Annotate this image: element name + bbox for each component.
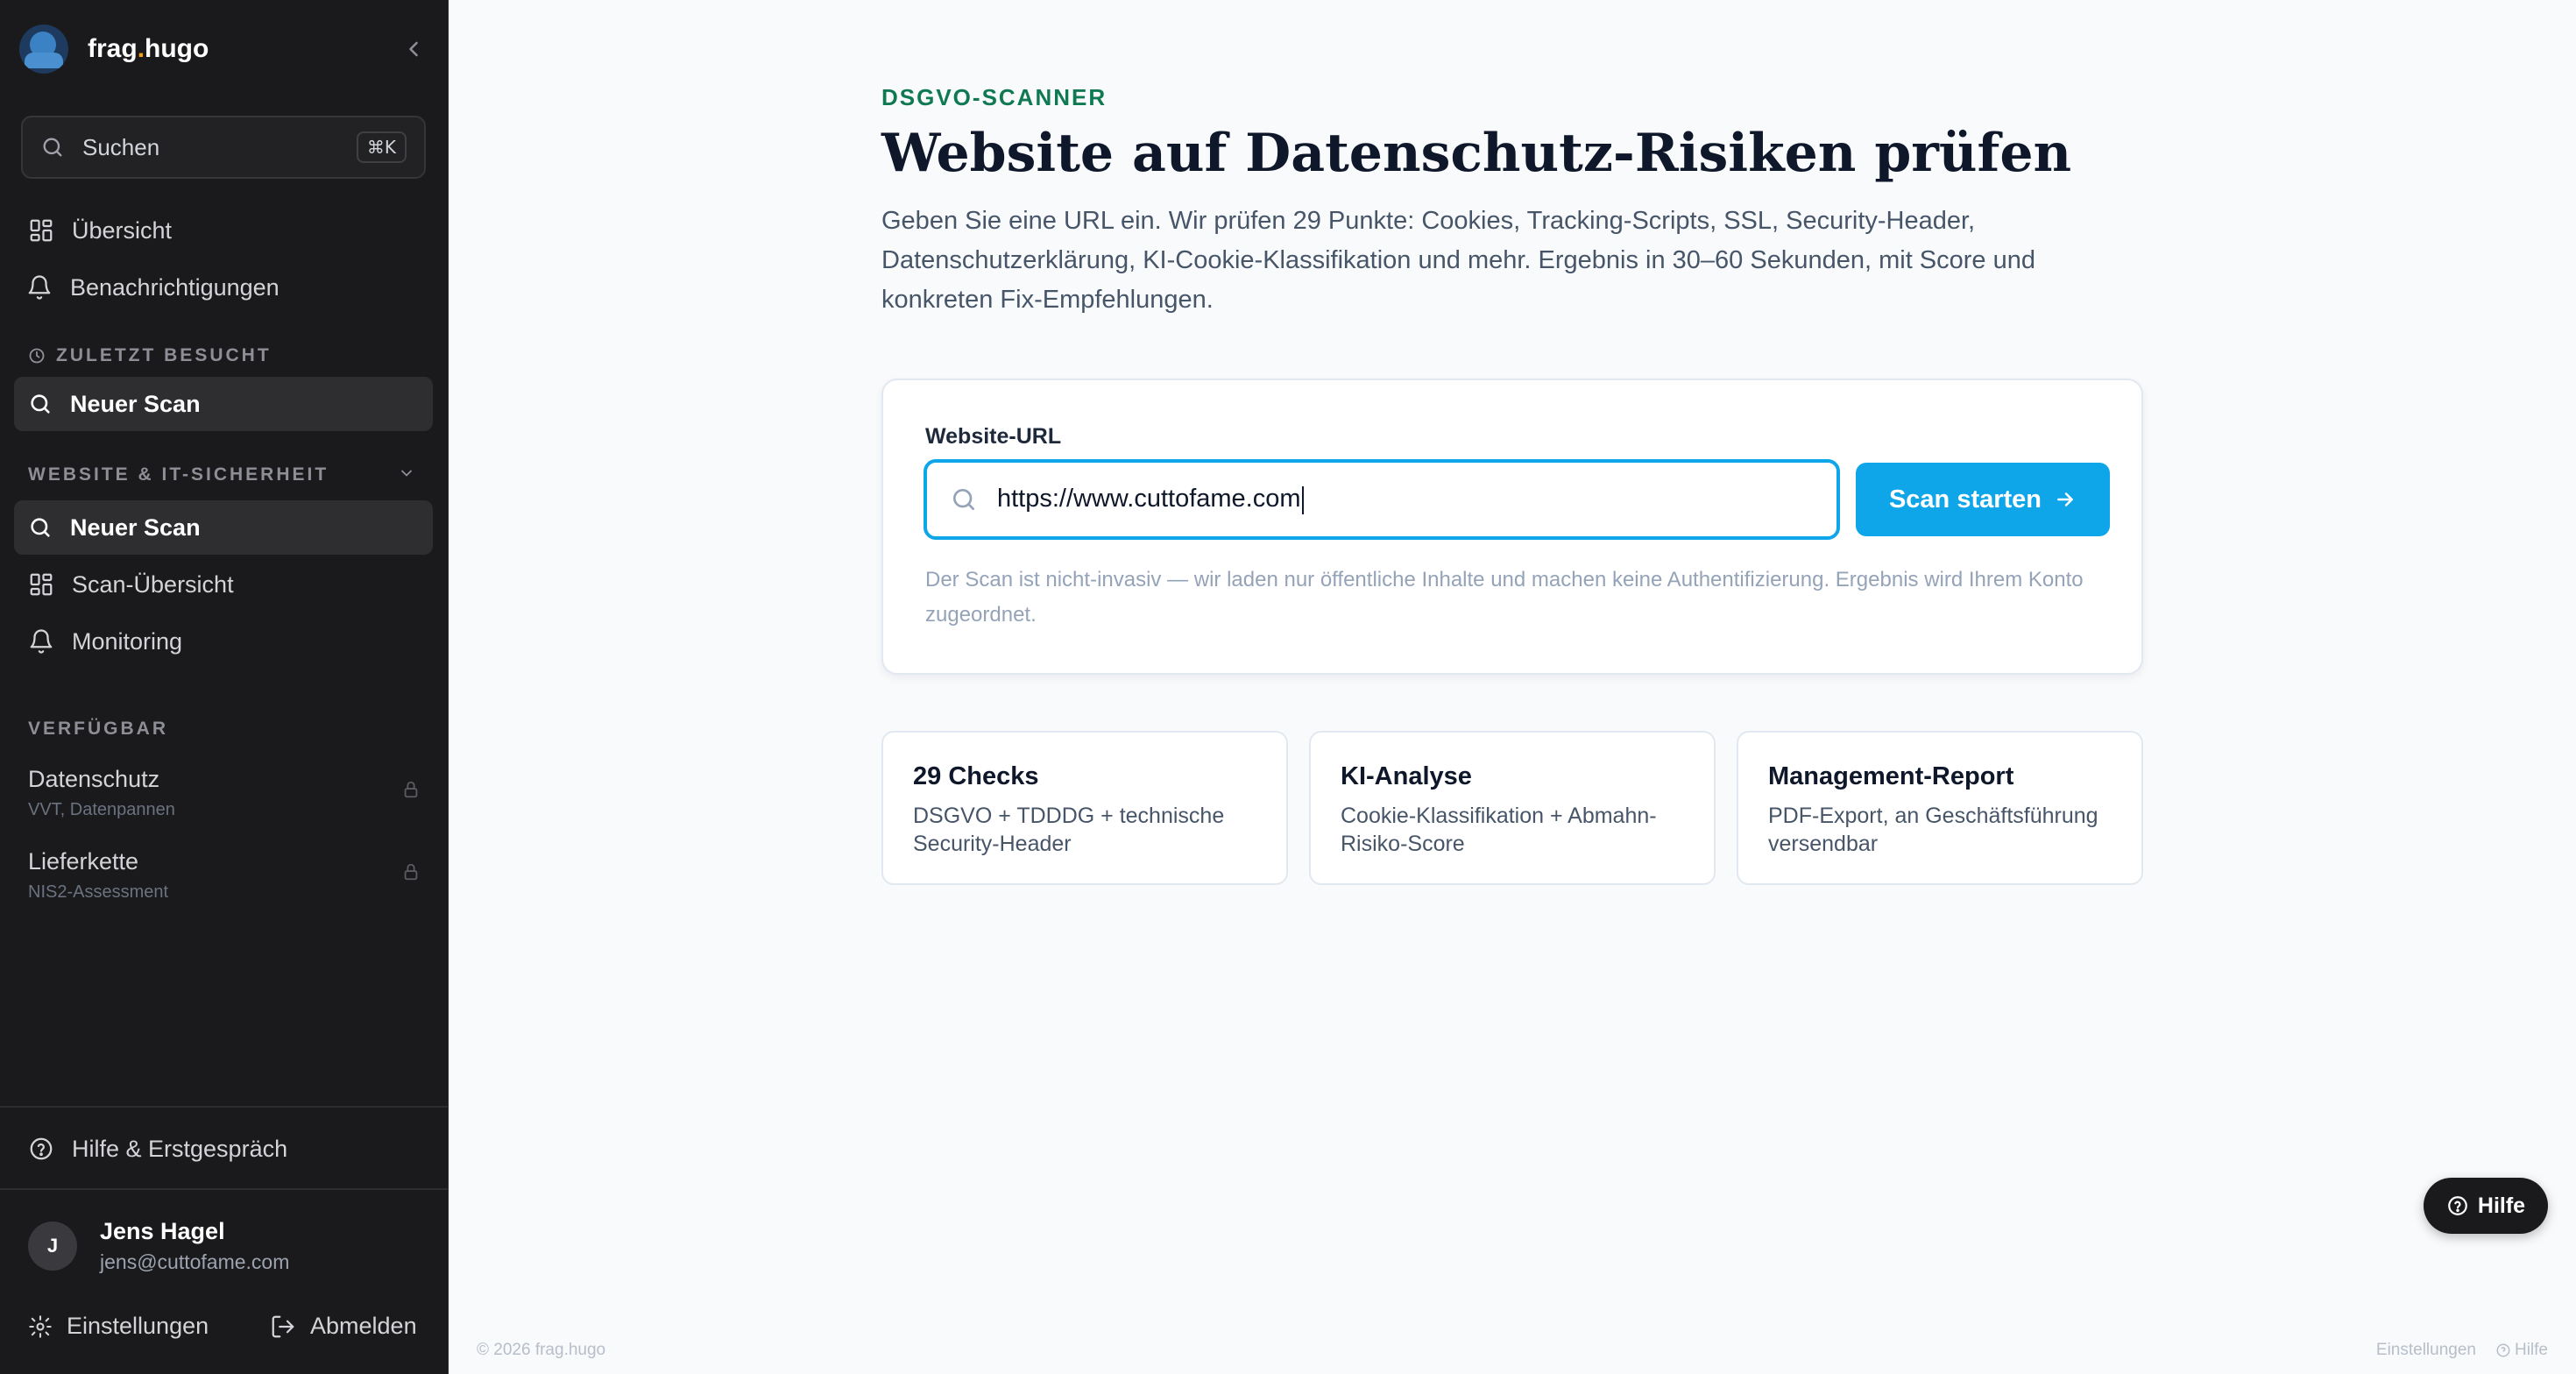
- main-content: DSGVO-SCANNER Website auf Datenschutz-Ri…: [449, 0, 2576, 1374]
- help-circle-icon: [30, 1137, 53, 1160]
- help-fab-label: Hilfe: [2477, 1193, 2526, 1218]
- footer-settings-link[interactable]: Einstellungen: [2376, 1341, 2476, 1360]
- feature-description: PDF-Export, an Geschäftsführung versendb…: [1768, 804, 2098, 856]
- help-circle-icon: [2496, 1343, 2510, 1357]
- url-input-value: https://www.cuttofame.com: [997, 485, 1304, 514]
- octopus-logo-icon: [19, 25, 68, 74]
- footer-copyright: © 2026 frag.hugo: [477, 1341, 606, 1359]
- sidebar-item-label: Neuer Scan: [70, 390, 201, 417]
- feature-title: KI-Analyse: [1341, 762, 1472, 790]
- shortcut-badge: ⌘K: [356, 131, 407, 163]
- sidebar-item-label: Scan-Übersicht: [72, 570, 234, 598]
- search-icon: [43, 138, 62, 157]
- chevron-down-icon[interactable]: [398, 464, 415, 482]
- sidebar-item-neuer-scan[interactable]: Neuer Scan: [14, 500, 433, 555]
- text-caret: [1301, 485, 1304, 514]
- clock-icon: [29, 348, 45, 364]
- search-icon: [31, 394, 50, 414]
- scan-form-card: Website-URL https://www.cuttofame.com Sc…: [881, 379, 2143, 675]
- help-label: Hilfe & Erstgespräch: [72, 1135, 288, 1162]
- settings-button[interactable]: Einstellungen: [28, 1313, 209, 1340]
- section-heading-recent: ZULETZT BESUCHT: [28, 345, 272, 366]
- brand[interactable]: frag.hugo: [19, 21, 429, 77]
- divider: [0, 1188, 449, 1190]
- logout-label: Abmelden: [310, 1313, 417, 1339]
- feature-card-ki-analyse: KI-Analyse Cookie-Klassifikation + Abmah…: [1309, 731, 1716, 885]
- arrow-right-icon: [2057, 492, 2073, 506]
- gear-icon: [29, 1314, 52, 1338]
- scan-start-label: Scan starten: [1888, 485, 2042, 513]
- url-field-label: Website-URL: [925, 424, 1062, 449]
- sidebar-item-label: Monitoring: [72, 627, 183, 655]
- user-email: jens@cuttofame.com: [100, 1250, 290, 1273]
- sidebar-item-label: Übersicht: [72, 216, 173, 244]
- avatar: J: [28, 1222, 77, 1271]
- lock-icon: [404, 863, 418, 881]
- lock-icon: [404, 781, 418, 798]
- user-name: Jens Hagel: [100, 1218, 225, 1244]
- feature-description: Cookie-Klassifikation + Abmahn-Risiko-Sc…: [1341, 804, 1657, 856]
- grid-icon: [30, 219, 53, 242]
- sidebar-search[interactable]: Suchen ⌘K: [21, 116, 426, 179]
- search-icon: [953, 489, 974, 510]
- feature-title: 29 Checks: [913, 762, 1039, 790]
- available-title: Lieferkette: [28, 848, 139, 875]
- scan-hint: Der Scan ist nicht-invasiv — wir laden n…: [925, 568, 2084, 627]
- sidebar-item-label: Neuer Scan: [70, 513, 201, 541]
- sidebar-item-lieferkette[interactable]: Lieferkette NIS2-Assessment: [28, 848, 421, 903]
- sidebar-item-benachrichtigungen[interactable]: Benachrichtigungen: [14, 260, 433, 315]
- available-subtitle: NIS2-Assessment: [28, 882, 169, 902]
- sidebar-item-datenschutz[interactable]: Datenschutz VVT, Datenpannen: [28, 766, 421, 820]
- search-label: Suchen: [82, 133, 160, 160]
- feature-card-checks: 29 Checks DSGVO + TDDDG + technische Sec…: [881, 731, 1288, 885]
- help-floating-button[interactable]: Hilfe: [2424, 1178, 2548, 1234]
- logout-button[interactable]: Abmelden: [270, 1313, 417, 1340]
- scan-start-button[interactable]: Scan starten: [1856, 463, 2110, 536]
- chevron-left-icon[interactable]: [401, 37, 426, 61]
- sidebar: frag.hugo Suchen ⌘K Übersicht Benachrich…: [0, 0, 449, 1374]
- sidebar-item-recent-neuer-scan[interactable]: Neuer Scan: [14, 377, 433, 431]
- bell-icon: [28, 275, 51, 300]
- section-heading-website[interactable]: WEBSITE & IT-SICHERHEIT: [28, 464, 412, 485]
- sidebar-item-uebersicht[interactable]: Übersicht: [14, 203, 433, 258]
- help-circle-icon: [2448, 1196, 2467, 1215]
- grid-icon: [30, 573, 53, 596]
- page-eyebrow: DSGVO-SCANNER: [881, 84, 1108, 110]
- available-title: Datenschutz: [28, 766, 160, 792]
- available-subtitle: VVT, Datenpannen: [28, 800, 175, 819]
- sidebar-item-scan-uebersicht[interactable]: Scan-Übersicht: [14, 557, 433, 612]
- feature-title: Management-Report: [1768, 762, 2014, 790]
- footer-links: Einstellungen Hilfe: [2376, 1341, 2548, 1360]
- feature-description: DSGVO + TDDDG + technische Security-Head…: [913, 804, 1225, 856]
- logout-icon: [272, 1315, 294, 1337]
- sidebar-item-label: Benachrichtigungen: [70, 273, 280, 301]
- footer-help-link[interactable]: Hilfe: [2515, 1341, 2548, 1360]
- page-title: Website auf Datenschutz-Risiken prüfen: [881, 123, 2072, 184]
- sidebar-help-button[interactable]: Hilfe & Erstgespräch: [14, 1122, 433, 1176]
- user-profile[interactable]: J Jens Hagel jens@cuttofame.com: [28, 1218, 289, 1274]
- url-input[interactable]: https://www.cuttofame.com: [924, 459, 1840, 540]
- divider: [0, 1106, 449, 1108]
- search-icon: [31, 518, 50, 537]
- section-heading-available: VERFÜGBAR: [28, 719, 169, 739]
- sidebar-item-monitoring[interactable]: Monitoring: [14, 614, 433, 669]
- page-description: Geben Sie eine URL ein. Wir prüfen 29 Pu…: [881, 207, 2036, 314]
- settings-label: Einstellungen: [67, 1313, 209, 1339]
- bell-icon: [30, 629, 53, 654]
- brand-name: frag.hugo: [88, 34, 209, 63]
- feature-card-management-report: Management-Report PDF-Export, an Geschäf…: [1737, 731, 2143, 885]
